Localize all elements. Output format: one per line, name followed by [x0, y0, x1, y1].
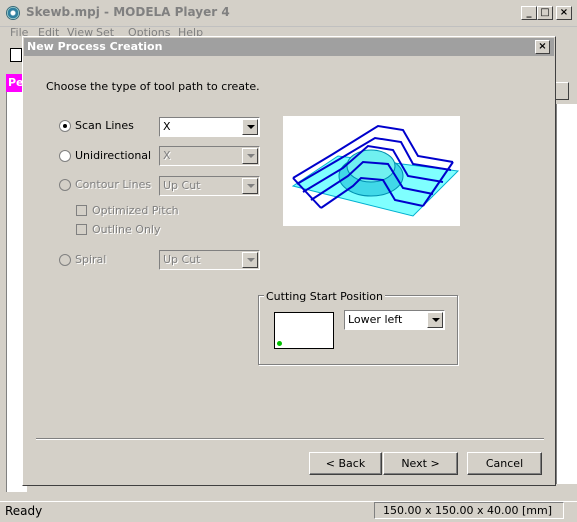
outline-only-label: Outline Only [92, 223, 161, 236]
scan-lines-label[interactable]: Scan Lines [75, 119, 134, 132]
chevron-down-icon[interactable] [242, 119, 258, 135]
chevron-down-icon [242, 178, 258, 194]
start-position-marker [277, 341, 282, 346]
unidirectional-direction-select: X [159, 146, 260, 166]
unidirectional-radio[interactable] [59, 150, 71, 162]
next-button[interactable]: Next > [383, 452, 458, 475]
cutting-start-preview [274, 312, 334, 349]
outline-only-checkbox [76, 224, 87, 235]
chevron-down-icon [242, 252, 258, 268]
optimized-pitch-checkbox [76, 205, 87, 216]
minimize-button[interactable]: _ [521, 6, 537, 20]
app-icon[interactable] [6, 6, 20, 20]
main-title-bar: Skewb.mpj - MODELA Player 4 _ □ × [0, 0, 577, 27]
optimized-pitch-label: Optimized Pitch [92, 204, 179, 217]
scan-lines-direction-select[interactable]: X [159, 117, 260, 137]
scan-lines-direction-value: X [163, 120, 171, 133]
status-dimensions: 150.00 x 150.00 x 40.00 [mm] [374, 502, 564, 519]
dialog-separator [36, 438, 544, 440]
spiral-cut-select: Up Cut [159, 250, 260, 270]
contour-lines-cut-select: Up Cut [159, 176, 260, 196]
scan-lines-radio[interactable] [59, 120, 71, 132]
chevron-down-icon[interactable] [427, 312, 443, 328]
unidirectional-label[interactable]: Unidirectional [75, 149, 151, 162]
maximize-button[interactable]: □ [537, 6, 553, 20]
toolpath-preview-image [283, 116, 460, 226]
close-button[interactable]: × [556, 6, 572, 20]
back-button[interactable]: < Back [309, 452, 382, 475]
spiral-radio [59, 254, 71, 266]
cutting-start-select[interactable]: Lower left [344, 310, 445, 330]
main-window-title: Skewb.mpj - MODELA Player 4 [26, 5, 230, 19]
toolpath-preview-svg [291, 124, 460, 217]
spiral-label: Spiral [75, 253, 107, 266]
contour-lines-cut-value: Up Cut [163, 179, 201, 192]
contour-lines-label: Contour Lines [75, 178, 152, 191]
unidirectional-direction-value: X [163, 149, 171, 162]
status-ready: Ready [5, 504, 43, 518]
cutting-start-title: Cutting Start Position [264, 290, 385, 303]
right-list[interactable] [556, 104, 577, 484]
cutting-start-value: Lower left [348, 313, 403, 326]
instruction-text: Choose the type of tool path to create. [46, 80, 260, 93]
toolbar-new-icon[interactable] [10, 48, 22, 62]
spiral-cut-value: Up Cut [163, 253, 201, 266]
dialog-title: New Process Creation [27, 40, 163, 53]
contour-lines-radio [59, 179, 71, 191]
cancel-button[interactable]: Cancel [467, 452, 542, 475]
chevron-down-icon [242, 148, 258, 164]
dialog-close-button[interactable]: × [535, 40, 550, 54]
